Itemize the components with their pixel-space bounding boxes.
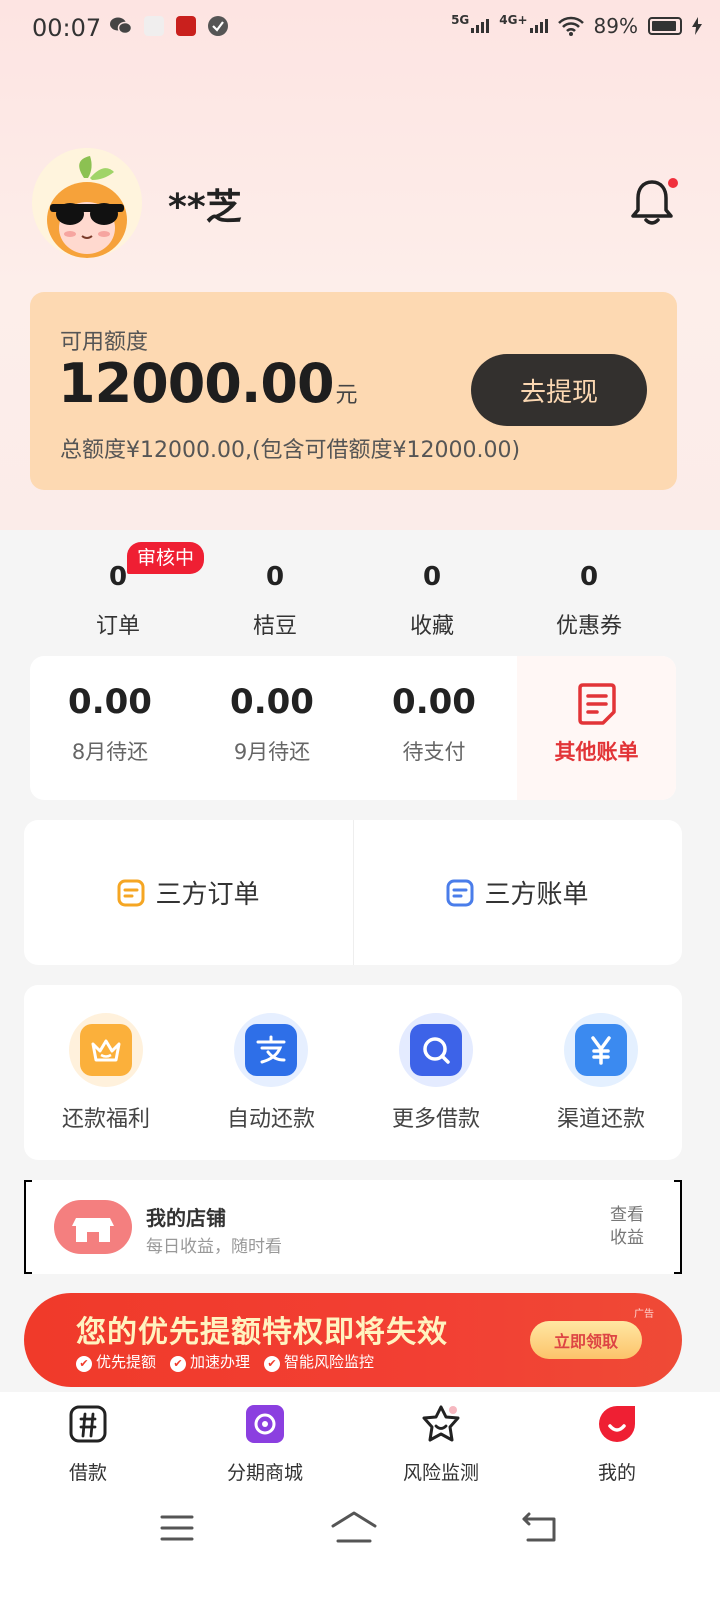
profile-icon	[599, 1406, 635, 1442]
service-more-loans[interactable]: 更多借款	[371, 1013, 501, 1133]
risk-icon	[422, 1405, 460, 1442]
shop-title: 我的店铺	[146, 1206, 226, 1230]
shop-subtitle: 每日收益，随时看	[146, 1237, 282, 1257]
banner-points: 优先提额 加速办理 智能风险监控	[76, 1351, 374, 1372]
wechat-icon	[110, 17, 132, 35]
promo-banner[interactable]: 您的优先提额特权即将失效 优先提额 加速办理 智能风险监控 立即领取 广告	[24, 1293, 682, 1387]
view-earnings-link[interactable]: 查看 收益	[610, 1204, 644, 1250]
home-icon[interactable]	[330, 1510, 378, 1544]
third-party-bills[interactable]: 三方账单	[353, 820, 682, 965]
corner	[24, 1180, 32, 1190]
mall-icon	[246, 1405, 284, 1443]
status-bar: 00:07 5G 4G+ 89%	[0, 0, 720, 60]
third-party-orders[interactable]: 三方订单	[24, 820, 353, 965]
credit-amount: 12000.00元	[58, 352, 358, 415]
status-time: 00:07	[32, 14, 102, 42]
service-repayment-benefits[interactable]: 还款福利	[41, 1013, 171, 1133]
tab-profile[interactable]: 我的	[557, 1404, 677, 1485]
stat-coupons[interactable]: 0 优惠券	[529, 562, 649, 640]
tab-installment-mall[interactable]: 分期商城	[205, 1404, 325, 1485]
credit-card: 可用额度 12000.00元 总额度¥12000.00,(包含可借额度¥1200…	[30, 292, 677, 490]
loan-icon	[69, 1405, 107, 1443]
credit-total: 总额度¥12000.00,(包含可借额度¥12000.00)	[60, 438, 521, 463]
corner	[674, 1264, 682, 1274]
wifi-icon	[557, 16, 584, 36]
status-badge: 审核中	[127, 542, 205, 574]
charging-icon	[692, 17, 702, 35]
credit-unit: 元	[335, 383, 358, 408]
ad-label: 广告	[634, 1309, 654, 1320]
banner-point: 优先提额	[76, 1351, 156, 1372]
bill-list-icon	[446, 879, 474, 906]
battery-percent: 89%	[593, 14, 638, 38]
service-channel-repay[interactable]: 渠道还款	[536, 1013, 666, 1133]
stat-beans[interactable]: 0 桔豆	[215, 562, 335, 640]
notification-icons	[110, 16, 228, 36]
signal-4g-icon: 4G+	[499, 13, 548, 33]
corner	[24, 1264, 32, 1274]
bill-august[interactable]: 0.00 8月待还	[30, 656, 190, 800]
corner	[674, 1180, 682, 1190]
banner-point: 加速办理	[170, 1351, 250, 1372]
bell-icon[interactable]	[630, 178, 674, 226]
signal-5g-icon: 5G	[451, 13, 490, 33]
other-bills-button[interactable]: 其他账单	[517, 656, 676, 800]
system-navigation-bar	[0, 1490, 720, 1600]
tab-loan[interactable]: 借款	[28, 1404, 148, 1485]
banner-title: 您的优先提额特权即将失效	[76, 1315, 448, 1350]
bottom-tab-bar: 借款 分期商城 风险监测 我的	[0, 1392, 720, 1490]
bills-card: 0.00 8月待还 0.00 9月待还 0.00 待支付 其他账单	[30, 656, 676, 800]
service-auto-repay[interactable]: 自动还款	[206, 1013, 336, 1133]
order-list-icon	[117, 879, 145, 906]
tab-risk-monitor[interactable]: 风险监测	[381, 1404, 501, 1485]
claim-now-button[interactable]: 立即领取	[530, 1321, 642, 1359]
shop-icon	[54, 1200, 132, 1254]
back-icon[interactable]	[520, 1512, 556, 1544]
game-notification-icon	[176, 16, 196, 36]
banner-point: 智能风险监控	[264, 1351, 374, 1372]
bill-september[interactable]: 0.00 9月待还	[192, 656, 352, 800]
yen-icon	[591, 1036, 611, 1065]
menu-icon[interactable]	[160, 1514, 194, 1542]
bill-pending-payment[interactable]: 0.00 待支付	[354, 656, 514, 800]
username: **芝	[168, 187, 242, 228]
stat-favorites[interactable]: 0 收藏	[372, 562, 492, 640]
check-circle-icon	[208, 16, 228, 36]
third-party-card: 三方订单 三方账单	[24, 820, 682, 965]
withdraw-button[interactable]: 去提现	[471, 354, 647, 426]
app-notification-icon	[144, 16, 164, 36]
status-indicators: 5G 4G+ 89%	[451, 13, 702, 38]
services-card: 还款福利 自动还款 更多借款 渠道还款	[24, 985, 682, 1160]
battery-icon	[648, 17, 682, 35]
notification-dot	[668, 178, 678, 188]
crown-icon	[91, 1039, 121, 1062]
document-icon	[577, 683, 616, 725]
avatar-orange-icon	[32, 148, 142, 258]
avatar[interactable]	[32, 148, 142, 258]
alipay-icon	[256, 1035, 286, 1064]
my-shop-card[interactable]: 我的店铺 每日收益，随时看 查看 收益	[24, 1180, 682, 1274]
search-icon	[423, 1037, 450, 1064]
